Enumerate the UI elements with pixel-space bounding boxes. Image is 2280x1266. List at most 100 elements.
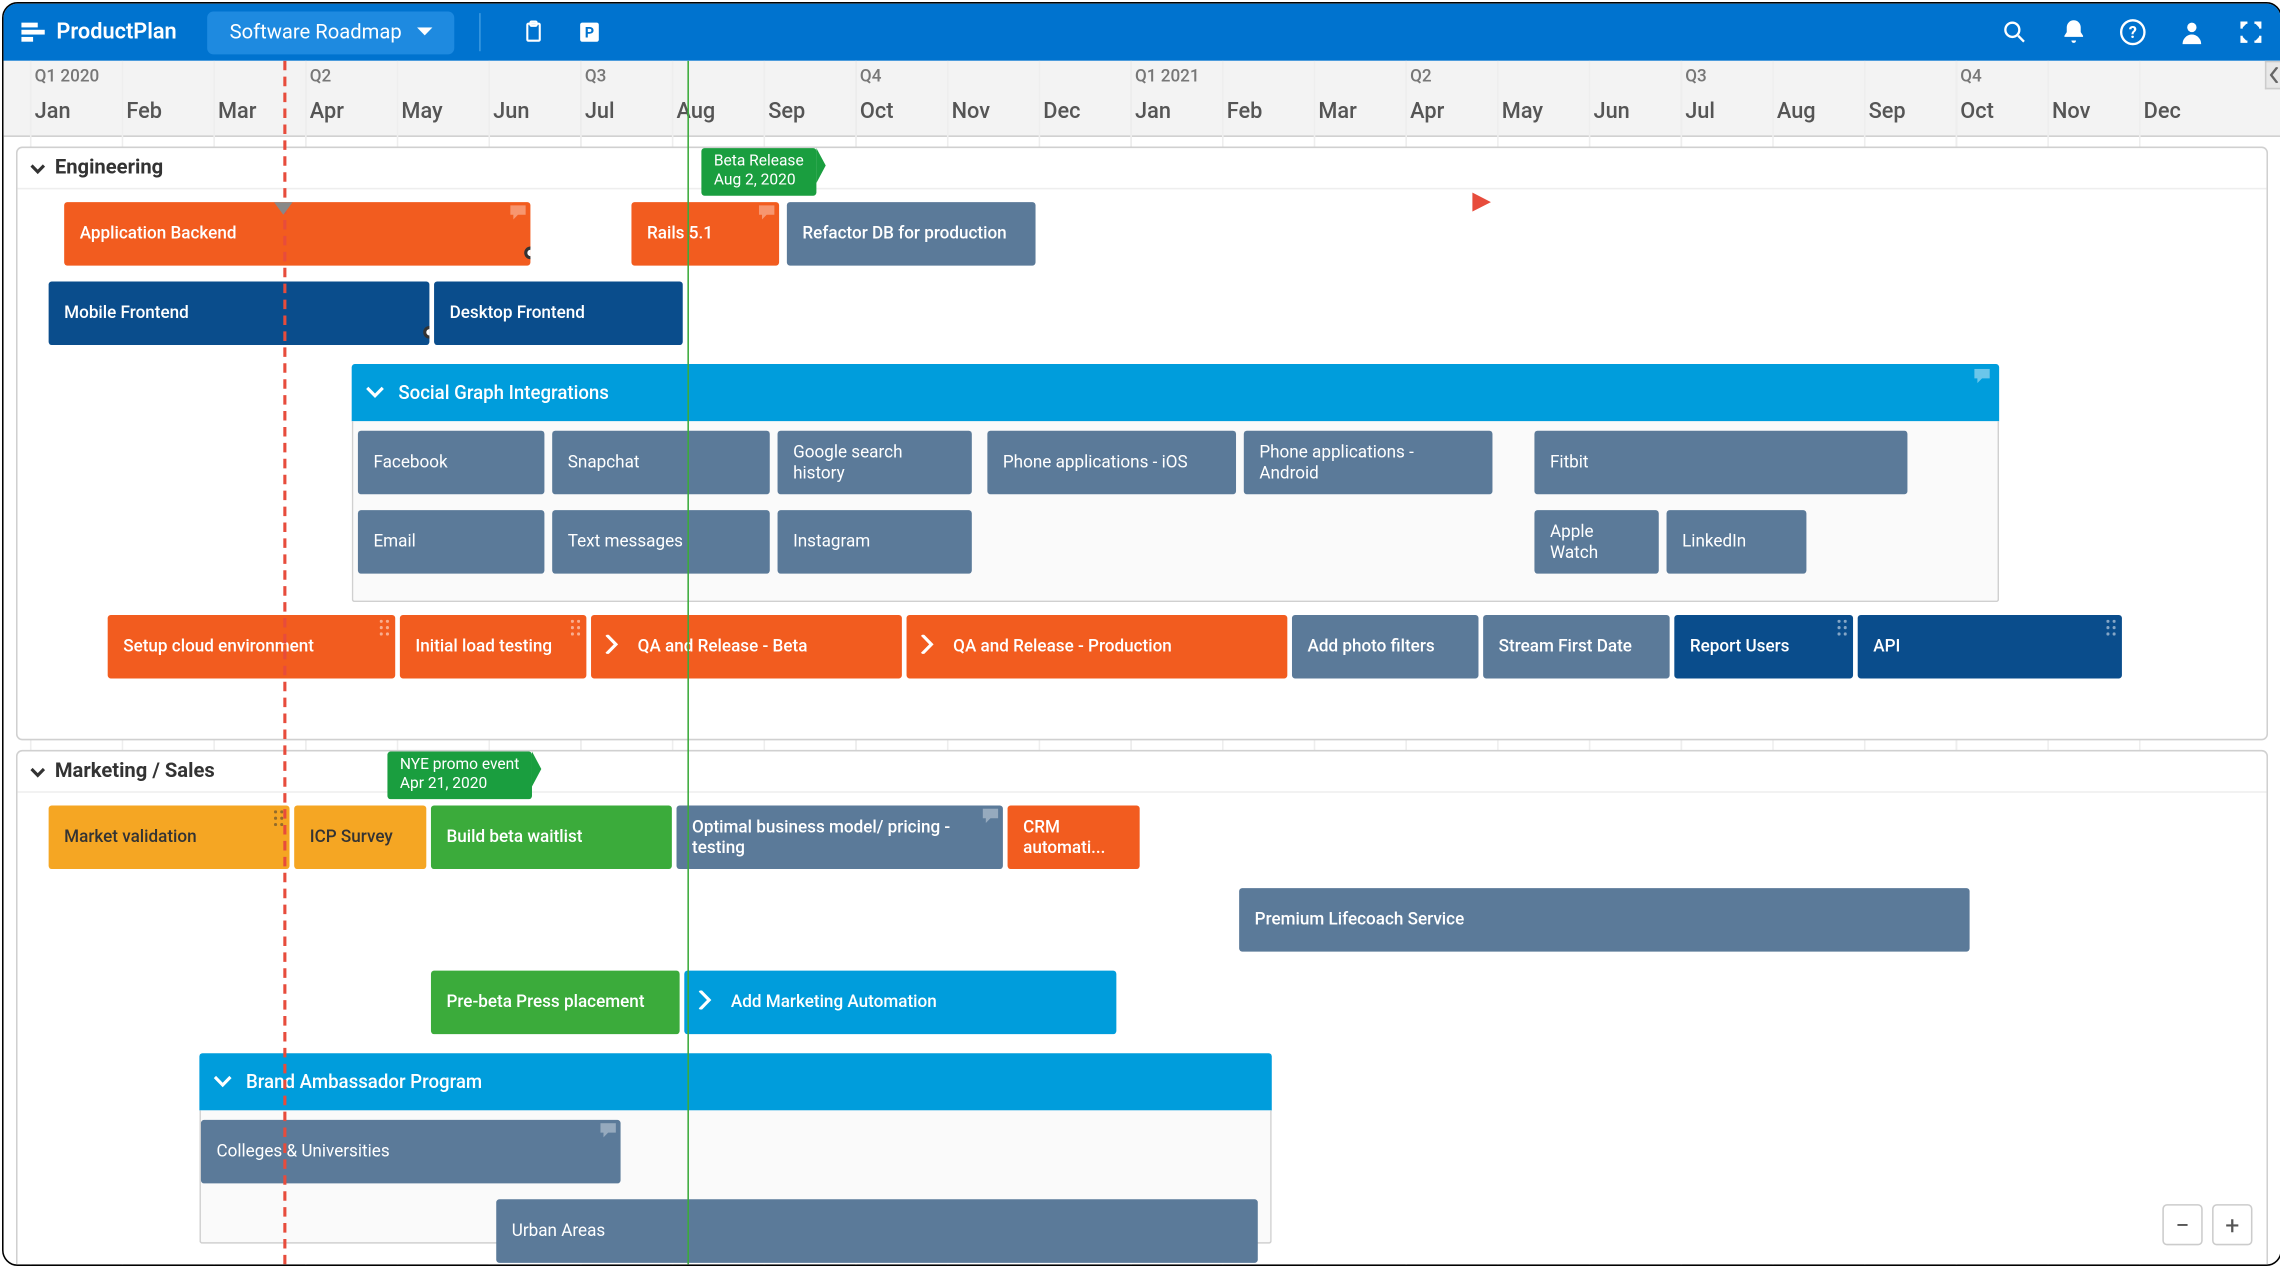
roadmap-bar[interactable]: Refactor DB for production — [787, 202, 1036, 266]
bar-label: QA and Release - Production — [953, 636, 1172, 657]
bar-label: Instagram — [793, 531, 870, 552]
milestone-date: Aug 2, 2020 — [714, 172, 804, 191]
roadmap-bar[interactable]: Rails 5.1 — [631, 202, 779, 266]
lane-name: Engineering — [55, 156, 163, 180]
current-date-flag[interactable] — [1472, 191, 1494, 221]
bar-label: ICP Survey — [310, 827, 393, 848]
help-icon[interactable]: ? — [2119, 18, 2147, 47]
roadmap-bar[interactable]: Apple Watch — [1534, 510, 1658, 574]
month-label: Mar — [1318, 99, 1356, 124]
bar-label: Desktop Frontend — [450, 303, 585, 324]
month-label: May — [1502, 99, 1543, 124]
roadmap-bar[interactable]: Pre-beta Press placement — [431, 971, 680, 1035]
collapse-panel-tab[interactable] — [2265, 61, 2280, 90]
roadmap-bar[interactable]: Initial load testing — [400, 615, 587, 679]
roadmap-bar[interactable]: Build beta waitlist — [431, 805, 672, 869]
lane-header[interactable]: Engineering — [18, 148, 2267, 189]
bar-label: Add Marketing Automation — [731, 992, 937, 1013]
timeline-area: Q1 2020Q2Q3Q4Q1 2021Q2Q3Q4 JanFebMarAprM… — [4, 61, 2280, 1265]
arrow-right-icon — [697, 990, 713, 1009]
month-label: Aug — [1777, 99, 1816, 124]
roadmap-bar[interactable]: Google search history — [778, 431, 972, 495]
roadmap-bar[interactable]: Setup cloud environment — [108, 615, 396, 679]
roadmap-bar[interactable]: Snapchat — [552, 431, 770, 495]
roadmap-bar[interactable]: Premium Lifecoach Service — [1239, 888, 1969, 952]
roadmap-bar[interactable]: Colleges & Universities — [201, 1120, 621, 1184]
search-icon[interactable] — [2001, 18, 2029, 47]
roadmap-bar[interactable]: Desktop Frontend — [434, 281, 683, 345]
container-bar[interactable]: Social Graph Integrations — [352, 364, 1999, 421]
roadmap-bar[interactable]: Urban Areas — [496, 1199, 1258, 1263]
milestone-title: NYE promo event — [400, 756, 519, 775]
bar-label: Snapchat — [568, 452, 640, 473]
divider — [479, 13, 481, 51]
roadmap-bar[interactable]: QA and Release - Beta — [591, 615, 902, 679]
roadmap-selector[interactable]: Software Roadmap — [208, 11, 455, 54]
timeline-header: Q1 2020Q2Q3Q4Q1 2021Q2Q3Q4 JanFebMarAprM… — [4, 61, 2280, 137]
roadmap-bar[interactable]: Report Users — [1674, 615, 1853, 679]
lane-header[interactable]: Marketing / Sales — [18, 752, 2267, 793]
container-bar[interactable]: Brand Ambassador Program — [199, 1053, 1271, 1110]
roadmap-bar[interactable]: Stream First Date — [1483, 615, 1670, 679]
comment-icon — [1974, 369, 1990, 385]
month-label: Oct — [860, 99, 894, 124]
roadmap-bar[interactable]: ICP Survey — [294, 805, 426, 869]
milestone-tag[interactable]: NYE promo eventApr 21, 2020 — [387, 752, 531, 800]
roadmap-bar[interactable]: Mobile Frontend — [49, 281, 430, 345]
roadmap-bar[interactable]: Text messages — [552, 510, 770, 574]
month-label: Dec — [2144, 99, 2181, 124]
brand-name: ProductPlan — [56, 19, 176, 44]
svg-text:P: P — [585, 23, 594, 41]
bar-label: Market validation — [64, 827, 196, 848]
roadmap-bar[interactable]: Market validation — [49, 805, 290, 869]
roadmap-bar[interactable]: Facebook — [358, 431, 545, 495]
topbar-right: ? — [2001, 18, 2265, 47]
fullscreen-icon[interactable] — [2237, 18, 2265, 47]
roadmap-bar[interactable]: Add Marketing Automation — [684, 971, 1116, 1035]
logo-icon — [19, 18, 47, 47]
bar-label: Google search history — [793, 442, 956, 484]
bar-label: Application Backend — [80, 223, 237, 244]
roadmap-bar[interactable]: Fitbit — [1534, 431, 1907, 495]
bar-label: Phone applications - iOS — [1003, 452, 1188, 473]
roadmap-bar[interactable]: Application Backend — [64, 202, 530, 266]
bar-label: Initial load testing — [415, 636, 552, 657]
link-connector[interactable] — [423, 326, 429, 339]
bar-label: Facebook — [373, 452, 447, 473]
zoom-in-button[interactable]: + — [2212, 1204, 2252, 1245]
drag-handle-icon — [571, 620, 580, 636]
user-icon[interactable] — [2178, 18, 2206, 47]
roadmap-bar[interactable]: Add photo filters — [1292, 615, 1479, 679]
milestone-tag[interactable]: Beta ReleaseAug 2, 2020 — [701, 148, 816, 196]
bell-icon[interactable] — [2060, 18, 2088, 47]
link-connector[interactable] — [524, 247, 530, 260]
bar-label: Phone applications - Android — [1259, 442, 1477, 484]
bar-label: LinkedIn — [1682, 531, 1746, 552]
month-label: Mar — [218, 99, 256, 124]
roadmap-bar[interactable]: LinkedIn — [1667, 510, 1807, 574]
parking-button[interactable]: P — [574, 16, 605, 48]
roadmap-bar[interactable]: CRM automati... — [1008, 805, 1140, 869]
roadmap-bar[interactable]: Phone applications - Android — [1244, 431, 1493, 495]
roadmap-bar[interactable]: Optimal business model/ pricing - testin… — [677, 805, 1003, 869]
month-label: Nov — [2052, 99, 2090, 124]
drag-handle-icon — [2106, 620, 2115, 636]
roadmap-bar[interactable]: QA and Release - Production — [907, 615, 1288, 679]
month-label: Nov — [952, 99, 990, 124]
bar-label: Email — [373, 531, 415, 552]
roadmap-bar[interactable]: Instagram — [778, 510, 972, 574]
brand-logo[interactable]: ProductPlan — [19, 18, 177, 47]
bar-label: Add photo filters — [1308, 636, 1435, 657]
roadmap-bar[interactable]: Phone applications - iOS — [987, 431, 1236, 495]
svg-text:?: ? — [2129, 24, 2137, 43]
roadmap-bar[interactable]: Email — [358, 510, 545, 574]
chevron-down-icon — [366, 386, 385, 399]
roadmap-bar[interactable]: API — [1858, 615, 2122, 679]
bar-label: CRM automati... — [1023, 816, 1124, 858]
bar-label: Report Users — [1690, 636, 1790, 657]
swimlane: Engineering Beta ReleaseAug 2, 2020 Applic… — [16, 147, 2268, 741]
zoom-out-button[interactable]: − — [2162, 1204, 2202, 1245]
bar-label: Rails 5.1 — [647, 223, 713, 244]
clipboard-button[interactable] — [518, 16, 549, 48]
quarter-label: Q2 — [1410, 66, 1432, 87]
